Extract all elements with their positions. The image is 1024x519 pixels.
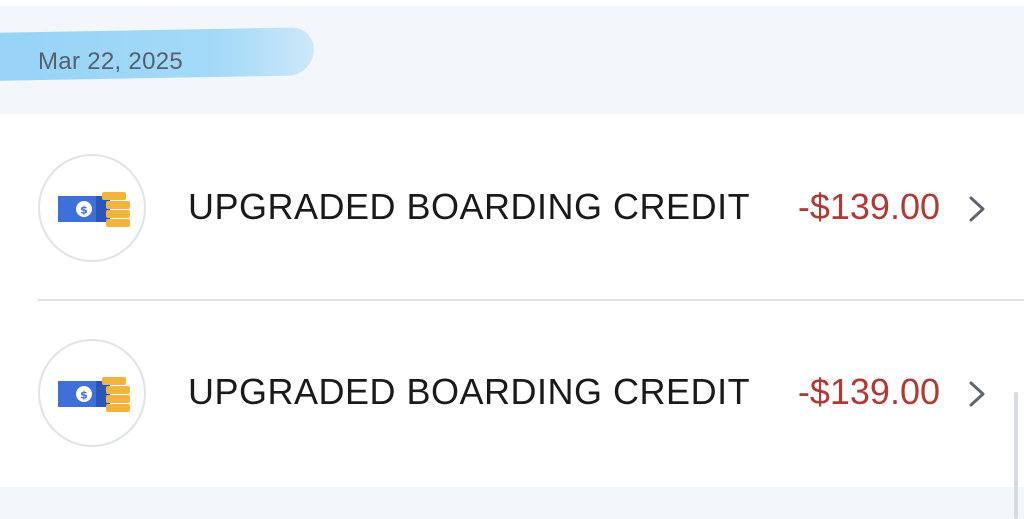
transaction-amount: -$139.00: [797, 186, 940, 227]
transaction-list: $ UPGRADED BOARDING CREDIT -$139.00 $ UP…: [0, 114, 1024, 487]
scrollbar[interactable]: [1014, 392, 1018, 519]
chevron-right-icon: [969, 196, 985, 222]
cash-coins-icon: $: [38, 154, 146, 262]
date-label: Mar 22, 2025: [38, 48, 184, 75]
transactions-screen: Mar 22, 2025 $ UPGRADED BOARDING CREDIT …: [0, 0, 1024, 519]
transaction-row[interactable]: $ UPGRADED BOARDING CREDIT -$139.00: [0, 300, 1024, 486]
transaction-title: UPGRADED BOARDING CREDIT: [188, 371, 751, 412]
bottom-band: [0, 487, 1024, 519]
cash-coins-icon: $: [38, 339, 146, 447]
date-section-header: Mar 22, 2025: [0, 6, 1024, 114]
transaction-title: UPGRADED BOARDING CREDIT: [188, 186, 751, 227]
transaction-amount: -$139.00: [797, 371, 940, 412]
chevron-right-icon: [969, 381, 985, 407]
svg-text:$: $: [80, 389, 88, 402]
transaction-row[interactable]: $ UPGRADED BOARDING CREDIT -$139.00: [0, 114, 1024, 301]
svg-text:$: $: [80, 204, 88, 217]
